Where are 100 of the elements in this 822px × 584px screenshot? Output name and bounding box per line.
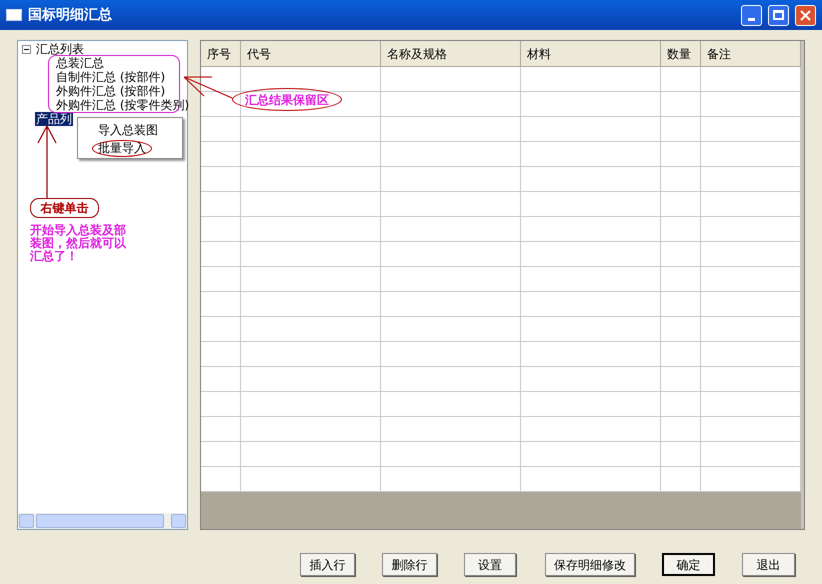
table-cell[interactable] xyxy=(381,442,521,467)
table-cell[interactable] xyxy=(201,317,241,342)
table-cell[interactable] xyxy=(381,217,521,242)
table-cell[interactable] xyxy=(381,367,521,392)
table-cell[interactable] xyxy=(521,217,661,242)
dialog-button[interactable]: 删除行 xyxy=(382,553,437,576)
table-cell[interactable] xyxy=(201,267,241,292)
table-cell[interactable] xyxy=(241,167,381,192)
table-cell[interactable] xyxy=(661,142,701,167)
menu-item[interactable]: 导入总装图 xyxy=(92,121,158,140)
table-cell[interactable] xyxy=(701,367,801,392)
scroll-left-icon[interactable] xyxy=(19,514,34,528)
table-cell[interactable] xyxy=(521,167,661,192)
table-cell[interactable] xyxy=(521,142,661,167)
table-cell[interactable] xyxy=(701,217,801,242)
table-cell[interactable] xyxy=(521,417,661,442)
table-cell[interactable] xyxy=(381,192,521,217)
table-cell[interactable] xyxy=(701,417,801,442)
table-cell[interactable] xyxy=(381,92,521,117)
tree-item[interactable]: 产品列 xyxy=(35,112,73,126)
column-header[interactable]: 材料 xyxy=(521,41,661,67)
table-cell[interactable] xyxy=(381,392,521,417)
table-cell[interactable] xyxy=(241,267,381,292)
table-cell[interactable] xyxy=(701,142,801,167)
table-cell[interactable] xyxy=(661,217,701,242)
scroll-right-icon[interactable] xyxy=(171,514,186,528)
dialog-button[interactable]: 保存明细修改 xyxy=(545,553,635,576)
table-cell[interactable] xyxy=(521,92,661,117)
table-cell[interactable] xyxy=(661,392,701,417)
table-cell[interactable] xyxy=(701,342,801,367)
table-cell[interactable] xyxy=(381,267,521,292)
table-cell[interactable] xyxy=(661,167,701,192)
column-header[interactable]: 备注 xyxy=(701,41,801,67)
maximize-button[interactable] xyxy=(768,4,789,26)
table-cell[interactable] xyxy=(521,267,661,292)
table-cell[interactable] xyxy=(521,242,661,267)
scrollbar-thumb[interactable] xyxy=(36,514,164,528)
table-cell[interactable] xyxy=(701,467,801,492)
table-cell[interactable] xyxy=(701,92,801,117)
table-cell[interactable] xyxy=(701,167,801,192)
tree-item[interactable]: 自制件汇总 (按部件) xyxy=(56,70,166,84)
table-cell[interactable] xyxy=(201,242,241,267)
table-cell[interactable] xyxy=(521,442,661,467)
tree-item[interactable]: 汇总列表 xyxy=(35,42,85,56)
dialog-button[interactable]: 确定 xyxy=(662,553,715,576)
table-cell[interactable] xyxy=(201,367,241,392)
horizontal-scrollbar[interactable] xyxy=(18,513,187,529)
table-cell[interactable] xyxy=(241,467,381,492)
tree-item[interactable]: 外购件汇总 (按部件) xyxy=(56,84,166,98)
table-cell[interactable] xyxy=(661,92,701,117)
table-cell[interactable] xyxy=(201,167,241,192)
table-cell[interactable] xyxy=(661,117,701,142)
close-button[interactable] xyxy=(795,4,816,26)
table-cell[interactable] xyxy=(381,117,521,142)
table-cell[interactable] xyxy=(201,67,241,92)
table-cell[interactable] xyxy=(661,192,701,217)
menu-item[interactable]: 批量导入 xyxy=(92,140,152,158)
table-cell[interactable] xyxy=(241,317,381,342)
table-cell[interactable] xyxy=(701,267,801,292)
table-cell[interactable] xyxy=(201,142,241,167)
table-cell[interactable] xyxy=(241,292,381,317)
table-cell[interactable] xyxy=(201,417,241,442)
table-cell[interactable] xyxy=(661,342,701,367)
table-cell[interactable] xyxy=(241,117,381,142)
table-cell[interactable] xyxy=(201,117,241,142)
table-cell[interactable] xyxy=(241,417,381,442)
table-cell[interactable] xyxy=(521,192,661,217)
table-cell[interactable] xyxy=(661,317,701,342)
table-cell[interactable] xyxy=(381,142,521,167)
table-cell[interactable] xyxy=(701,392,801,417)
table-cell[interactable] xyxy=(661,442,701,467)
table-cell[interactable] xyxy=(521,67,661,92)
table-cell[interactable] xyxy=(521,317,661,342)
table-cell[interactable] xyxy=(241,92,381,117)
table-cell[interactable] xyxy=(381,242,521,267)
table-cell[interactable] xyxy=(381,167,521,192)
column-header[interactable]: 名称及规格 xyxy=(381,41,521,67)
table-cell[interactable] xyxy=(201,292,241,317)
table-cell[interactable] xyxy=(241,392,381,417)
table-cell[interactable] xyxy=(701,117,801,142)
table-cell[interactable] xyxy=(661,417,701,442)
table-cell[interactable] xyxy=(701,67,801,92)
table-cell[interactable] xyxy=(381,342,521,367)
table-cell[interactable] xyxy=(201,442,241,467)
table-cell[interactable] xyxy=(201,217,241,242)
minimize-button[interactable] xyxy=(741,4,762,26)
table-cell[interactable] xyxy=(661,367,701,392)
table-cell[interactable] xyxy=(661,242,701,267)
table-cell[interactable] xyxy=(201,192,241,217)
table-cell[interactable] xyxy=(241,367,381,392)
table-cell[interactable] xyxy=(701,242,801,267)
table-cell[interactable] xyxy=(381,467,521,492)
table-cell[interactable] xyxy=(201,392,241,417)
table-cell[interactable] xyxy=(521,292,661,317)
table-cell[interactable] xyxy=(241,242,381,267)
column-header[interactable]: 数量 xyxy=(661,41,701,67)
table-cell[interactable] xyxy=(521,392,661,417)
table-cell[interactable] xyxy=(521,367,661,392)
table-cell[interactable] xyxy=(241,192,381,217)
table-cell[interactable] xyxy=(201,467,241,492)
